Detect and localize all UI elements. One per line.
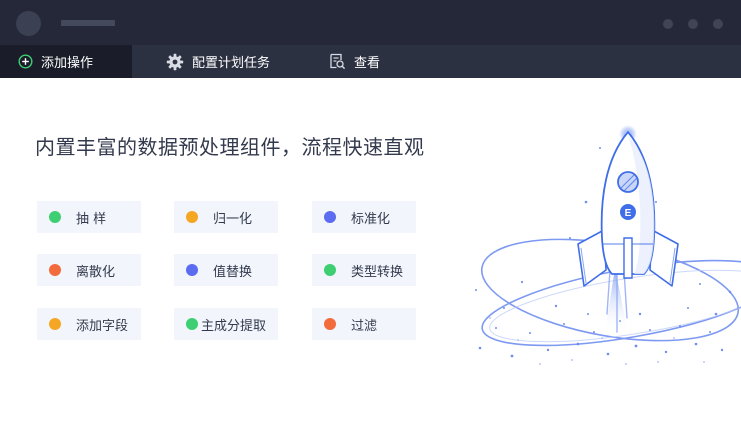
- plus-circle-icon: [18, 54, 33, 69]
- operation-item-add-field[interactable]: 添加字段: [37, 308, 141, 340]
- tab-label: 添加操作: [41, 56, 94, 71]
- operation-item-value-replace[interactable]: 值替换: [174, 254, 278, 286]
- app-title-placeholder: [61, 20, 115, 26]
- operation-label: 值替换: [213, 264, 253, 280]
- operation-item-discretize[interactable]: 离散化: [37, 254, 141, 286]
- operation-label: 归一化: [213, 211, 253, 227]
- tab-add-operation[interactable]: 添加操作: [0, 45, 132, 78]
- status-dot-icon: [324, 318, 336, 330]
- tab-view[interactable]: 查看: [329, 45, 380, 78]
- status-dot-icon: [49, 211, 61, 223]
- operation-item-type-convert[interactable]: 类型转换: [312, 254, 416, 286]
- status-dot-icon: [186, 318, 198, 330]
- operation-label: 过滤: [351, 318, 378, 334]
- operation-item-filter[interactable]: 过滤: [312, 308, 416, 340]
- status-dot-icon: [49, 318, 61, 330]
- page-headline: 内置丰富的数据预处理组件，流程快速直观: [35, 135, 425, 159]
- operation-item-normalize[interactable]: 归一化: [174, 201, 278, 233]
- minimize-button[interactable]: [663, 19, 673, 29]
- status-dot-icon: [186, 264, 198, 276]
- document-search-icon: [329, 53, 346, 70]
- operation-label: 离散化: [76, 264, 116, 280]
- tab-label: 配置计划任务: [192, 56, 271, 71]
- operation-item-pca[interactable]: 主成分提取: [174, 308, 278, 340]
- operation-label: 抽 样: [76, 211, 107, 227]
- operation-item-standardize[interactable]: 标准化: [312, 201, 416, 233]
- status-dot-icon: [186, 211, 198, 223]
- rocket-badge-letter: E: [625, 208, 632, 219]
- operation-label: 类型转换: [351, 264, 404, 280]
- operation-label: 添加字段: [76, 318, 129, 334]
- app-window: 添加操作 配置计划任务 查看 内置丰富的数据预处理组件，流程快速直观 抽 样 归…: [0, 0, 741, 424]
- status-dot-icon: [49, 264, 61, 276]
- rocket-illustration: E: [475, 125, 741, 365]
- close-button[interactable]: [713, 19, 723, 29]
- maximize-button[interactable]: [688, 19, 698, 29]
- gear-icon: [166, 53, 184, 71]
- tab-label: 查看: [354, 56, 381, 71]
- operation-item-sampling[interactable]: 抽 样: [37, 201, 141, 233]
- app-logo-placeholder: [16, 11, 41, 36]
- operation-label: 主成分提取: [201, 318, 267, 334]
- tab-bar: 添加操作 配置计划任务 查看: [0, 45, 741, 78]
- tab-schedule-task[interactable]: 配置计划任务: [166, 45, 270, 78]
- operation-label: 标准化: [351, 211, 391, 227]
- title-bar: [0, 0, 741, 45]
- status-dot-icon: [324, 211, 336, 223]
- status-dot-icon: [324, 264, 336, 276]
